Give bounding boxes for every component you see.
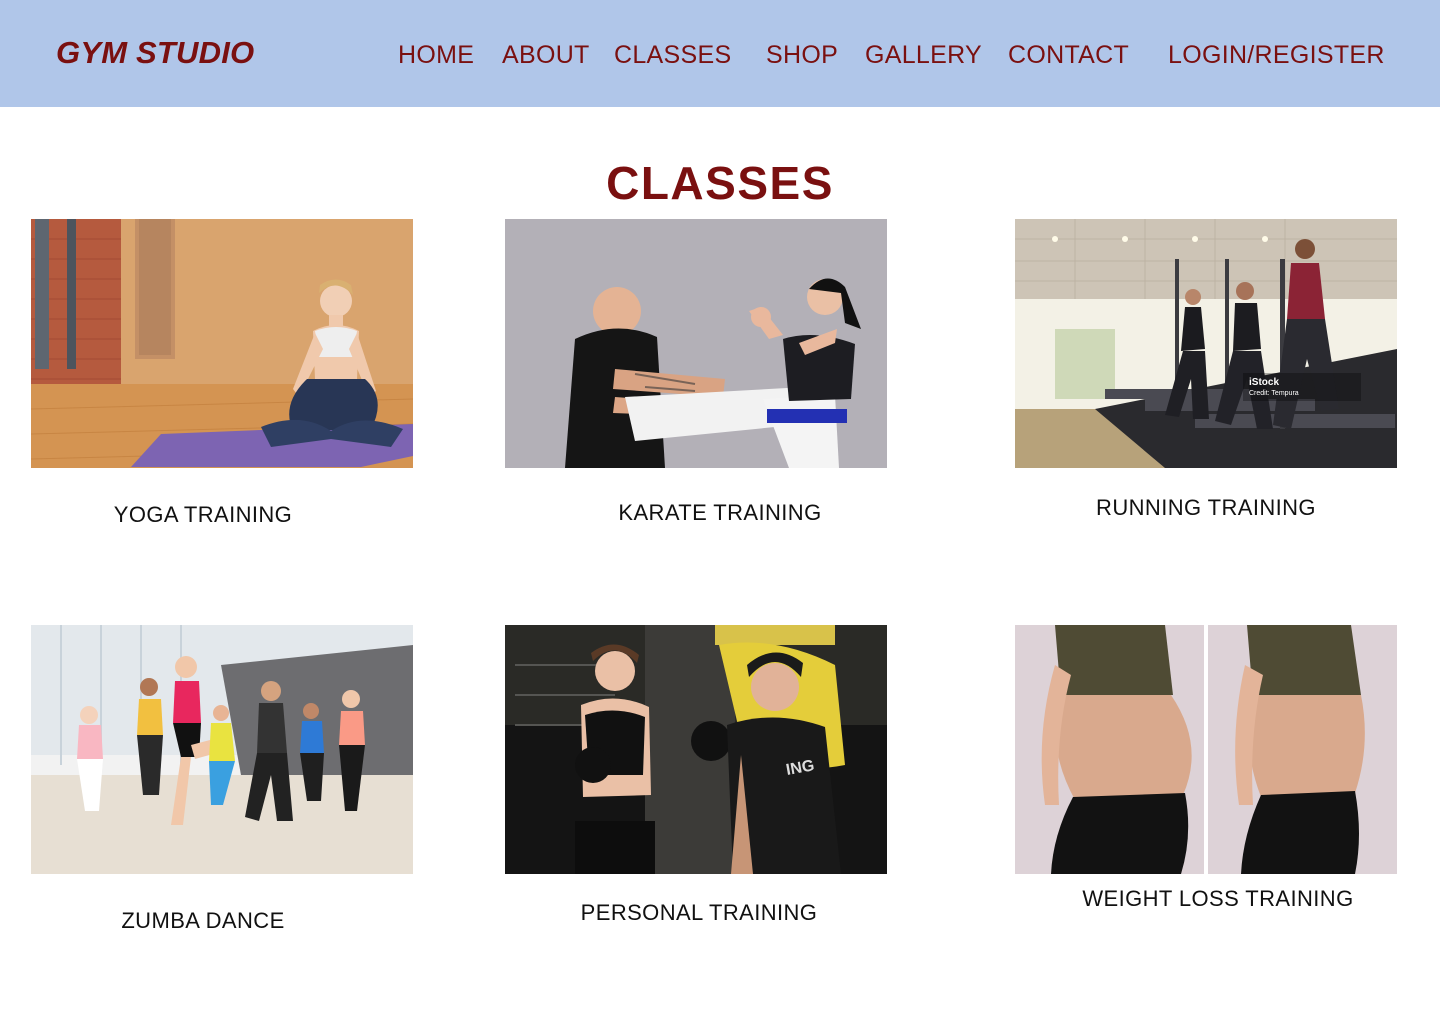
- nav-link-about[interactable]: ABOUT: [502, 41, 590, 70]
- zumba-dance-label[interactable]: ZUMBA DANCE: [31, 906, 375, 935]
- running-training-label[interactable]: RUNNING TRAINING: [1015, 493, 1397, 522]
- yoga-training-image[interactable]: [31, 219, 413, 468]
- karate-training-label[interactable]: KARATE TRAINING: [505, 498, 935, 527]
- nav-link-shop[interactable]: SHOP: [766, 41, 838, 70]
- nav-link-classes[interactable]: CLASSES: [614, 41, 731, 70]
- personal-training-label[interactable]: PERSONAL TRAINING: [505, 898, 893, 927]
- weight-loss-training-label[interactable]: WEIGHT LOSS TRAINING: [1030, 884, 1406, 913]
- nav-link-login-register[interactable]: LOGIN/REGISTER: [1168, 41, 1385, 70]
- weight-loss-training-image[interactable]: [1015, 625, 1397, 874]
- yoga-training-label[interactable]: YOGA TRAINING: [31, 500, 375, 529]
- personal-training-image[interactable]: ING: [505, 625, 887, 874]
- running-training-image[interactable]: iStock Credit: Tempura: [1015, 219, 1397, 468]
- personal-training-photo: ING: [505, 625, 887, 874]
- running-photo: iStock Credit: Tempura: [1015, 219, 1397, 468]
- site-logo[interactable]: GYM STUDIO: [56, 35, 254, 71]
- site-header: GYM STUDIO HOME ABOUT CLASSES SHOP GALLE…: [0, 0, 1440, 107]
- nav-link-contact[interactable]: CONTACT: [1008, 41, 1129, 70]
- nav-link-gallery[interactable]: GALLERY: [865, 41, 982, 70]
- karate-training-image[interactable]: [505, 219, 887, 468]
- istock-watermark: iStock: [1249, 377, 1279, 388]
- karate-photo: [505, 219, 887, 468]
- page-title: CLASSES: [606, 157, 834, 209]
- istock-credit: Credit: Tempura: [1249, 390, 1299, 397]
- weight-loss-photo: [1015, 625, 1397, 874]
- yoga-photo: [31, 219, 413, 468]
- zumba-dance-image[interactable]: [31, 625, 413, 874]
- zumba-photo: [31, 625, 413, 874]
- nav-link-home[interactable]: HOME: [398, 41, 474, 70]
